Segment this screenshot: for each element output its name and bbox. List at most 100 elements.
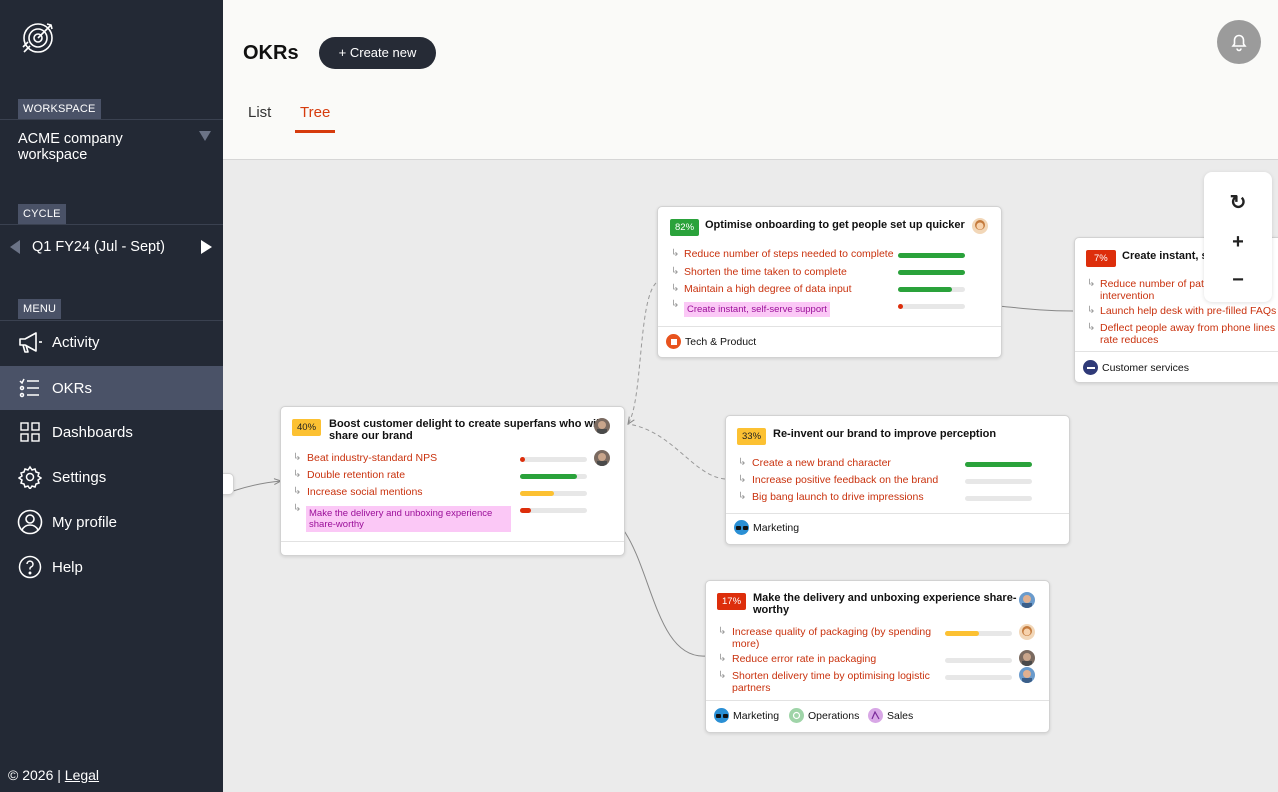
help-icon <box>17 554 43 580</box>
active-tab-indicator <box>295 130 335 133</box>
team-label: Marketing <box>733 709 780 722</box>
zoom-in-button[interactable]: + <box>1204 224 1272 260</box>
collapsed-card-stub[interactable] <box>223 473 234 495</box>
target-arrow-icon[interactable] <box>20 20 56 56</box>
key-result[interactable]: Create a new brand character <box>752 457 891 469</box>
reset-view-button[interactable]: ↻ <box>1204 185 1272 221</box>
okr-card-onboarding[interactable]: 82% Optimise onboarding to get people se… <box>657 206 1002 358</box>
sidebar-item-my-profile[interactable]: My profile <box>0 500 223 544</box>
cycle-value[interactable]: Q1 FY24 (Jul - Sept) <box>32 239 165 255</box>
sidebar-item-label: My profile <box>52 513 118 531</box>
objective-title[interactable]: Re-invent our brand to improve perceptio… <box>773 428 996 440</box>
kr-line: more) <box>732 638 760 650</box>
key-result[interactable]: Beat industry-standard NPS <box>307 452 437 464</box>
key-result[interactable]: Shorten the time taken to complete <box>684 266 847 278</box>
gear-icon <box>17 464 43 490</box>
key-result[interactable]: Big bang launch to drive impressions <box>752 491 924 503</box>
team-tag[interactable]: Customer services <box>1083 360 1189 375</box>
connector-dashed <box>627 423 726 480</box>
zoom-out-button[interactable]: − <box>1204 262 1272 298</box>
cycle-next-icon[interactable] <box>201 240 212 254</box>
cycle-section-label: CYCLE <box>18 204 66 224</box>
objective-title[interactable]: Boost customer delight to create superfa… <box>329 418 602 442</box>
grid-icon <box>17 419 43 445</box>
workspace-name[interactable]: ACME company workspace <box>18 131 178 163</box>
kr-indent-icon: ↳ <box>671 248 680 259</box>
connector <box>232 481 281 492</box>
sidebar-item-help[interactable]: Help <box>0 545 223 589</box>
team-label: Operations <box>808 709 860 722</box>
key-result[interactable]: Shorten delivery time by optimising logi… <box>732 670 930 694</box>
divider <box>0 224 223 225</box>
key-result[interactable]: Launch help desk with pre-filled FAQs <box>1100 305 1276 317</box>
okr-card-delivery[interactable]: 17% Make the delivery and unboxing exper… <box>705 580 1050 733</box>
kr-progress-bar <box>898 287 965 292</box>
key-result[interactable]: Increase positive feedback on the brand <box>752 474 938 486</box>
kr-indent-icon: ↳ <box>738 491 747 502</box>
team-tag[interactable]: Sales <box>868 708 913 723</box>
avatar <box>594 450 610 466</box>
sales-team-icon <box>868 708 883 723</box>
key-result[interactable]: Increase quality of packaging (by spendi… <box>732 626 931 650</box>
cycle-prev-icon[interactable] <box>10 240 20 254</box>
marketing-team-icon <box>734 520 749 535</box>
kr-line: Make the delivery and unboxing experienc… <box>309 508 493 519</box>
kr-progress-bar <box>945 675 1012 680</box>
avatar <box>1019 667 1035 683</box>
team-tag[interactable]: Marketing <box>734 520 799 535</box>
team-tag[interactable]: Operations <box>789 708 859 723</box>
okr-card-customer-delight[interactable]: 40% Boost customer delight to create sup… <box>280 406 625 556</box>
kr-indent-icon: ↳ <box>671 283 680 294</box>
sidebar-item-okrs[interactable]: OKRs <box>0 366 223 410</box>
workspace-dropdown-icon[interactable] <box>199 131 211 141</box>
marketing-team-icon <box>714 708 729 723</box>
connector-dashed <box>628 282 657 424</box>
title-line: worthy <box>753 604 790 616</box>
kr-indent-icon: ↳ <box>738 457 747 468</box>
notifications-button[interactable] <box>1217 20 1261 64</box>
kr-progress-bar <box>898 253 965 258</box>
sidebar-item-activity[interactable]: Activity <box>0 320 223 364</box>
zoom-controls: ↻ + − <box>1204 172 1272 302</box>
kr-line: share-worthy <box>309 519 364 530</box>
kr-indent-icon: ↳ <box>293 486 302 497</box>
tab-tree[interactable]: Tree <box>300 104 330 121</box>
linked-key-result[interactable]: Make the delivery and unboxing experienc… <box>306 506 511 532</box>
team-tag[interactable]: Tech & Product <box>666 334 756 349</box>
objective-title[interactable]: Create instant, se <box>1122 250 1214 262</box>
kr-indent-icon: ↳ <box>1087 305 1096 316</box>
title-line: Make the delivery and unboxing experienc… <box>753 592 1017 604</box>
divider <box>281 541 624 542</box>
key-result[interactable]: Reduce error rate in packaging <box>732 653 876 665</box>
key-result[interactable]: Reduce number of steps needed to complet… <box>684 248 894 260</box>
sidebar-item-dashboards[interactable]: Dashboards <box>0 410 223 454</box>
kr-line: Deflect people away from phone lines s <box>1100 322 1278 334</box>
kr-indent-icon: ↳ <box>671 266 680 277</box>
key-result[interactable]: Maintain a high degree of data input <box>684 283 852 295</box>
tech-product-team-icon <box>666 334 681 349</box>
kr-indent-icon: ↳ <box>1087 322 1096 333</box>
objective-title[interactable]: Optimise onboarding to get people set up… <box>705 219 965 231</box>
linked-key-result[interactable]: Create instant, self-serve support <box>684 302 830 317</box>
sidebar-item-settings[interactable]: Settings <box>0 455 223 499</box>
team-label: Marketing <box>753 521 800 534</box>
key-result[interactable]: Reduce number of path intervention <box>1100 278 1210 302</box>
team-label: Tech & Product <box>685 335 757 348</box>
kr-indent-icon: ↳ <box>293 452 302 463</box>
team-tag[interactable]: Marketing <box>714 708 779 723</box>
divider <box>0 119 223 120</box>
tab-list[interactable]: List <box>248 104 271 121</box>
legal-link[interactable]: Legal <box>65 767 99 783</box>
okr-card-brand[interactable]: 33% Re-invent our brand to improve perce… <box>725 415 1070 545</box>
avatar <box>1019 650 1035 666</box>
create-new-button[interactable]: + Create new <box>319 37 436 69</box>
okr-tree-canvas[interactable]: 82% Optimise onboarding to get people se… <box>223 161 1278 792</box>
customer-services-team-icon <box>1083 360 1098 375</box>
kr-progress-bar <box>945 658 1012 663</box>
objective-title[interactable]: Make the delivery and unboxing experienc… <box>753 592 1016 616</box>
key-result[interactable]: Increase social mentions <box>307 486 423 498</box>
key-result[interactable]: Deflect people away from phone lines s r… <box>1100 322 1278 346</box>
kr-progress-bar <box>965 462 1032 467</box>
kr-indent-icon: ↳ <box>718 670 727 681</box>
key-result[interactable]: Double retention rate <box>307 469 405 481</box>
